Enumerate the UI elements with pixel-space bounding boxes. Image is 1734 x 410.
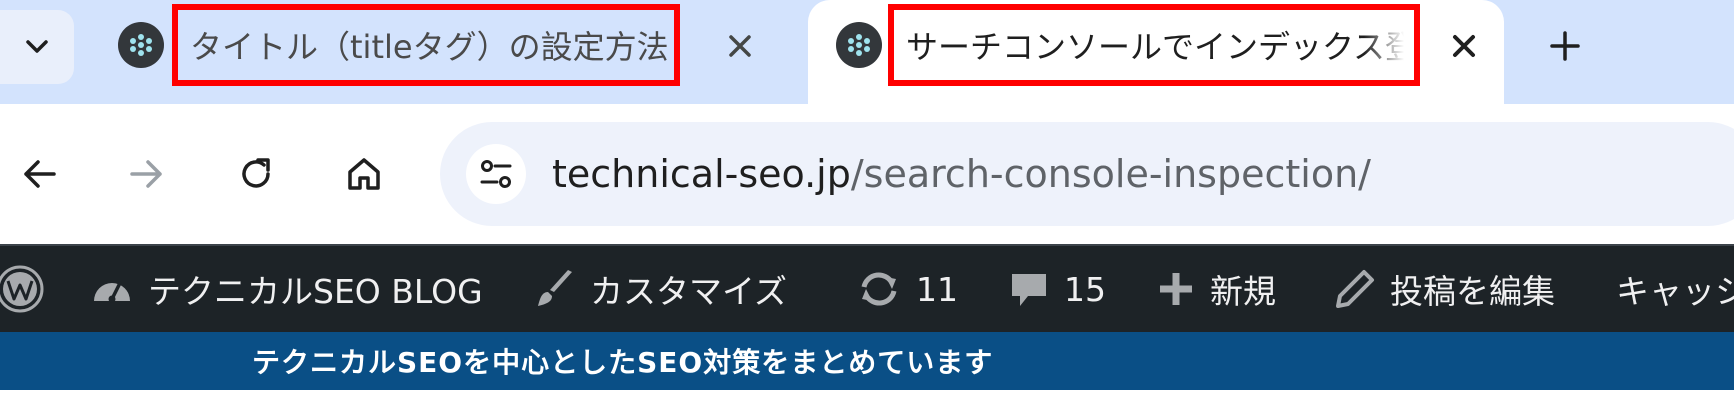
back-button[interactable] bbox=[14, 148, 66, 200]
browser-toolbar: technical-seo.jp/search-console-inspecti… bbox=[0, 104, 1734, 244]
home-icon bbox=[348, 158, 380, 190]
wp-logo-menu[interactable] bbox=[0, 246, 46, 332]
site-tagline: テクニカルSEOを中心としたSEO対策をまとめています bbox=[252, 346, 994, 379]
plus-icon bbox=[1550, 31, 1580, 61]
chevron-down-icon bbox=[26, 40, 48, 53]
cache-menu[interactable]: キャッシ bbox=[1616, 246, 1734, 332]
url-text[interactable]: technical-seo.jp/search-console-inspecti… bbox=[552, 122, 1371, 226]
pencil-icon bbox=[1334, 268, 1376, 310]
wp-admin-bar: テクニカルSEO BLOG カスタマイズ 11 15 新規 投稿を編集 キャッシ bbox=[0, 244, 1734, 332]
back-arrow-icon bbox=[24, 160, 56, 188]
edit-post-label: 投稿を編集 bbox=[1390, 272, 1555, 311]
tab-search-button[interactable] bbox=[0, 10, 74, 84]
customize-link[interactable]: カスタマイズ bbox=[534, 246, 787, 332]
reload-icon bbox=[242, 158, 270, 188]
dashboard-gauge-icon bbox=[90, 269, 134, 309]
home-button[interactable] bbox=[338, 148, 390, 200]
tab-strip: タイトル（titleタグ）の設定方法 サーチコンソールでインデックス登録で bbox=[0, 0, 1734, 104]
updates-count: 11 bbox=[916, 269, 958, 309]
tab-title: タイトル（titleタグ）の設定方法 bbox=[172, 4, 680, 86]
new-label: 新規 bbox=[1210, 272, 1276, 311]
site-header-bar: テクニカルSEOを中心としたSEO対策をまとめています bbox=[0, 332, 1734, 390]
plus-icon bbox=[1156, 269, 1196, 309]
page-content-start bbox=[0, 390, 1734, 410]
wordpress-logo-icon bbox=[0, 265, 44, 313]
tab-title-text: タイトル（titleタグ）の設定方法 bbox=[190, 28, 669, 66]
comment-bubble-icon bbox=[1008, 268, 1050, 310]
customize-label: カスタマイズ bbox=[590, 272, 788, 311]
url-host: technical-seo.jp bbox=[552, 152, 851, 196]
tab-active[interactable]: サーチコンソールでインデックス登録で bbox=[808, 0, 1504, 104]
forward-button[interactable] bbox=[120, 148, 172, 200]
site-name-menu[interactable]: テクニカルSEO BLOG bbox=[90, 246, 483, 332]
tune-icon bbox=[480, 160, 512, 188]
close-icon bbox=[1453, 35, 1475, 57]
forward-arrow-icon bbox=[130, 160, 162, 188]
tab-title-text: サーチコンソールでインデックス登録で bbox=[906, 28, 1414, 66]
comments-count: 15 bbox=[1064, 269, 1106, 309]
updates-link[interactable]: 11 bbox=[856, 246, 958, 332]
reload-button[interactable] bbox=[230, 148, 282, 200]
tab-title-fade bbox=[1364, 10, 1414, 80]
paintbrush-icon bbox=[534, 268, 576, 310]
close-icon bbox=[729, 35, 751, 57]
tab-close-button[interactable] bbox=[1444, 26, 1484, 66]
tab-title: サーチコンソールでインデックス登録で bbox=[888, 4, 1420, 86]
cache-label: キャッシ bbox=[1616, 272, 1734, 311]
tab-close-button[interactable] bbox=[720, 26, 760, 66]
url-path: /search-console-inspection/ bbox=[850, 152, 1371, 196]
new-content-menu[interactable]: 新規 bbox=[1156, 246, 1276, 332]
edit-post-link[interactable]: 投稿を編集 bbox=[1334, 246, 1555, 332]
tab-inactive[interactable]: タイトル（titleタグ）の設定方法 bbox=[100, 0, 760, 104]
site-favicon-icon bbox=[836, 22, 882, 68]
comments-link[interactable]: 15 bbox=[1008, 246, 1106, 332]
updates-refresh-icon bbox=[856, 269, 902, 309]
address-bar[interactable]: technical-seo.jp/search-console-inspecti… bbox=[440, 122, 1734, 226]
site-favicon-icon bbox=[118, 22, 164, 68]
new-tab-button[interactable] bbox=[1540, 24, 1590, 68]
site-name-label: テクニカルSEO BLOG bbox=[148, 272, 483, 311]
site-info-button[interactable] bbox=[466, 144, 526, 204]
